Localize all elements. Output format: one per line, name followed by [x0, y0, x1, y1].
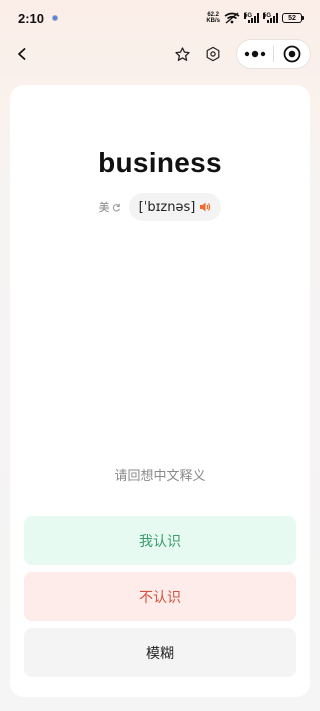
notification-icon [52, 15, 59, 21]
phonetic-text: [ˈbɪznəs] [138, 199, 196, 215]
accent-label: 美 [98, 202, 110, 214]
status-bar: 2:10 62.2 KB/s 5G 5G 52 [0, 0, 320, 36]
network-speed: 62.2 KB/s [206, 12, 220, 24]
battery-icon: 52 [282, 13, 304, 23]
word-card: business 美 [ˈbɪznəs] 请回想中文释义 我认识 不认识 模糊 [10, 85, 310, 697]
wifi-off-icon [224, 12, 240, 24]
swap-icon [112, 203, 120, 211]
mini-program-capsule [236, 39, 311, 69]
phonetic-pill[interactable]: [ˈbɪznəs] [128, 193, 222, 221]
sim1-label: 5G [244, 13, 253, 19]
know-button[interactable]: 我认识 [24, 516, 296, 565]
accent-toggle[interactable]: 美 [99, 199, 121, 215]
speaker-icon [200, 202, 211, 212]
back-button[interactable] [10, 42, 34, 66]
chevron-left-icon [18, 48, 26, 60]
recall-hint: 请回想中文释义 [114, 468, 206, 483]
settings-button[interactable] [201, 42, 225, 66]
more-dots-icon [244, 50, 266, 58]
battery-level: 52 [288, 14, 296, 22]
target-close-icon [283, 45, 301, 63]
more-button[interactable] [237, 40, 273, 68]
network-speed-unit: KB/s [206, 18, 220, 24]
star-outline-icon [174, 46, 190, 61]
favorite-button[interactable] [170, 42, 194, 66]
status-time: 2:10 [18, 10, 45, 26]
hexagon-settings-icon [206, 46, 220, 62]
word-title: business [98, 147, 222, 178]
signal-icon-sim2: 5G [263, 13, 278, 23]
signal-icon-sim1: 5G [244, 13, 259, 23]
sim2-label: 5G [263, 13, 272, 19]
close-miniprogram-button[interactable] [274, 40, 310, 68]
dont-know-button[interactable]: 不认识 [24, 572, 296, 621]
status-indicators: 62.2 KB/s 5G 5G 52 [206, 12, 304, 24]
vague-button[interactable]: 模糊 [24, 628, 296, 677]
nav-bar [0, 36, 320, 72]
pronunciation-row: 美 [ˈbɪznəs] [10, 193, 310, 221]
